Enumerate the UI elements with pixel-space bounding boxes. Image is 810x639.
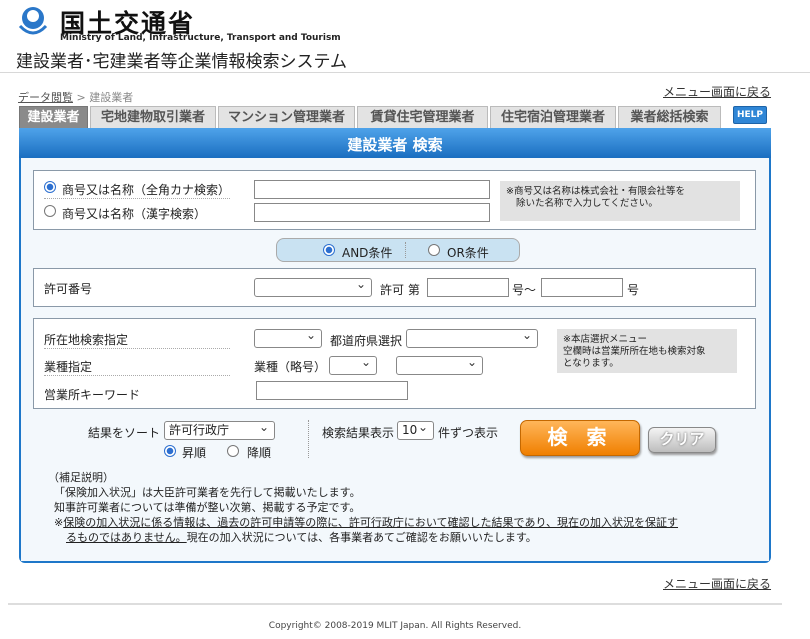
tab-lodging-management[interactable]: 住宅宿泊管理業者 bbox=[490, 106, 616, 128]
location-label: 所在地検索指定 bbox=[44, 333, 129, 347]
location-note-line2: 空欄時は営業所所在地も検索対象 bbox=[563, 346, 706, 357]
tab-real-estate[interactable]: 宅地建物取引業者 bbox=[90, 106, 216, 128]
ministry-name-en: Ministry of Land, Infrastructure, Transp… bbox=[60, 33, 341, 43]
results-per-page-label: 検索結果表示 bbox=[322, 426, 395, 440]
search-button[interactable]: 検 索 bbox=[520, 420, 640, 456]
industry-type-select[interactable] bbox=[396, 354, 483, 375]
prefecture-select[interactable] bbox=[406, 327, 538, 348]
location-note: ※本店選択メニュー 空欄時は営業所所在地も検索対象 となります。 bbox=[557, 329, 737, 373]
clear-button[interactable]: クリア bbox=[648, 427, 716, 453]
or-condition-radio[interactable] bbox=[428, 244, 440, 256]
breadcrumb-link-data[interactable]: データ閲覧 bbox=[18, 91, 73, 104]
footer-divider bbox=[8, 603, 782, 605]
dotted-divider bbox=[44, 198, 230, 199]
and-condition-radio[interactable] bbox=[323, 244, 335, 256]
sort-desc-label: 降順 bbox=[247, 446, 272, 460]
kanji-search-label: 商号又は名称（漢字検索） bbox=[62, 207, 207, 221]
tab-comprehensive-search[interactable]: 業者総括検索 bbox=[618, 106, 721, 128]
help-button[interactable]: HELP bbox=[733, 106, 767, 124]
mlit-logo-icon bbox=[18, 7, 48, 35]
sort-divider bbox=[308, 420, 309, 458]
name-search-note: ※商号又は名称は株式会社・有限会社等を 除いた名称で入力してください。 bbox=[500, 181, 740, 221]
permit-number-label: 許可番号 bbox=[44, 282, 93, 296]
industry-code-select[interactable] bbox=[329, 354, 377, 375]
menu-link-bottom[interactable]: メニュー画面に戻る bbox=[663, 575, 771, 592]
tab-condo-management[interactable]: マンション管理業者 bbox=[218, 106, 355, 128]
breadcrumb: データ閲覧 > 建設業者 bbox=[18, 89, 133, 105]
kanji-name-input[interactable] bbox=[254, 203, 490, 222]
industry-abbr-label: 業種（略号） bbox=[254, 360, 327, 374]
office-keyword-label: 営業所キーワード bbox=[44, 388, 141, 402]
prefecture-label: 都道府県選択 bbox=[330, 334, 403, 348]
copyright: Copyright© 2008-2019 MLIT Japan. All Rig… bbox=[268, 621, 522, 631]
industry-label: 業種指定 bbox=[44, 360, 93, 374]
system-title: 建設業者･宅建業者等企業情報検索システム bbox=[16, 52, 347, 72]
results-per-page-select[interactable]: 10 bbox=[397, 419, 434, 440]
dotted-divider bbox=[44, 348, 230, 349]
notes-heading: （補足説明） bbox=[48, 471, 114, 484]
breadcrumb-current: 建設業者 bbox=[89, 91, 134, 104]
kana-name-input[interactable] bbox=[254, 180, 490, 199]
tab-construction[interactable]: 建設業者 bbox=[19, 106, 88, 128]
notes-line4-underlined: るものではありません。 bbox=[66, 531, 187, 544]
office-keyword-input[interactable] bbox=[256, 381, 408, 400]
permit-mid-label: 号〜 bbox=[512, 283, 537, 297]
panel-title: 建設業者 検索 bbox=[347, 136, 443, 154]
kanji-search-radio[interactable] bbox=[44, 205, 56, 217]
kana-search-label: 商号又は名称（全角カナ検索） bbox=[62, 183, 231, 197]
sort-asc-label: 昇順 bbox=[182, 446, 207, 460]
notes-line1: 「保険加入状況」は大臣許可業者を先行して掲載いたします。 bbox=[54, 486, 361, 499]
name-note-line2: 除いた名称で入力してください。 bbox=[516, 198, 658, 209]
kana-search-radio[interactable] bbox=[44, 181, 56, 193]
breadcrumb-separator: > bbox=[76, 91, 86, 104]
permit-from-input[interactable] bbox=[427, 278, 509, 297]
sort-select[interactable]: 許可行政庁 bbox=[164, 419, 275, 440]
location-note-line1: ※本店選択メニュー bbox=[563, 334, 647, 345]
sort-asc-radio[interactable] bbox=[164, 445, 176, 457]
results-per-page-suffix: 件ずつ表示 bbox=[438, 426, 499, 440]
name-note-line1: ※商号又は名称は株式会社・有限会社等を bbox=[506, 186, 685, 197]
sort-desc-radio[interactable] bbox=[227, 445, 239, 457]
header-divider bbox=[0, 72, 810, 73]
notes-line3: 保険の加入状況に係る情報は、過去の許可申請等の際に、許可行政庁において確認した結… bbox=[63, 516, 679, 529]
permit-authority-select[interactable] bbox=[254, 276, 372, 297]
permit-suffix-label: 号 bbox=[627, 283, 640, 297]
sort-label: 結果をソート bbox=[88, 426, 161, 440]
permit-prefix-label: 許可 第 bbox=[380, 283, 420, 297]
notes-line2: 知事許可業者については準備が整い次第、掲載する予定です。 bbox=[54, 501, 361, 514]
permit-to-input[interactable] bbox=[541, 278, 623, 297]
or-condition-label: OR条件 bbox=[447, 246, 489, 260]
dotted-divider bbox=[44, 375, 230, 376]
notes-line3-prefix: ※ bbox=[54, 516, 64, 529]
condition-divider bbox=[405, 242, 406, 258]
and-condition-label: AND条件 bbox=[342, 246, 393, 260]
tab-rental-housing[interactable]: 賃貸住宅管理業者 bbox=[357, 106, 488, 128]
menu-link-top[interactable]: メニュー画面に戻る bbox=[663, 83, 771, 100]
location-type-select[interactable] bbox=[254, 327, 322, 348]
location-note-line3: となります。 bbox=[563, 358, 619, 369]
notes-line4-rest: 現在の加入状況については、各事業者あてご確認をお願いいたします。 bbox=[186, 531, 537, 544]
supplementary-notes: （補足説明） 「保険加入状況」は大臣許可業者を先行して掲載いたします。 知事許可… bbox=[48, 470, 678, 545]
